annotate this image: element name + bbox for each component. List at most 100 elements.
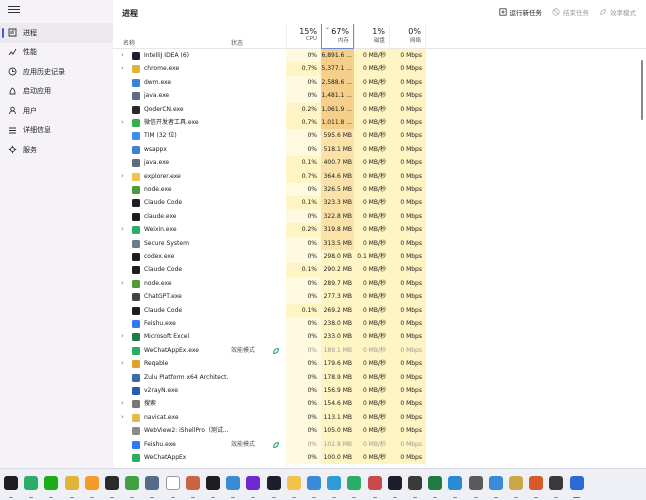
feishu-icon[interactable] — [307, 476, 321, 490]
expand-chevron-icon[interactable]: › — [121, 223, 129, 236]
column-memory[interactable]: ⌄ 67% 内存 — [321, 24, 354, 49]
process-row[interactable]: WebView2: iShellPro（测试... 0% 105.0 MB 0 MB/… — [113, 424, 639, 438]
sidebar-item-startup-apps[interactable]: 启动应用 — [0, 82, 113, 102]
process-status — [231, 116, 271, 129]
terminal-icon[interactable] — [4, 476, 18, 490]
process-row[interactable]: Claude Code 0.1% 323.3 MB 0 MB/秒 0 Mbps — [113, 196, 639, 210]
folder-icon[interactable] — [286, 476, 301, 490]
process-row[interactable]: QoderCN.exe 0.2% 1,061.9 ... 0 MB/秒 0 Mbps — [113, 102, 639, 116]
process-row[interactable]: › Weixin.exe 0.2% 319.8 MB 0 MB/秒 0 Mbps — [113, 223, 639, 237]
column-network[interactable]: 0% 网络 — [389, 24, 425, 49]
process-network: 0 Mbps — [389, 263, 425, 277]
claude-icon[interactable] — [185, 476, 200, 490]
process-icon — [132, 266, 140, 275]
wechat-dev-icon[interactable] — [44, 476, 59, 490]
hamburger-menu-icon[interactable] — [8, 6, 20, 16]
process-row[interactable]: TIM (32 位) 0% 595.6 MB 0 MB/秒 0 Mbps — [113, 129, 639, 143]
expand-chevron-icon[interactable]: › — [121, 357, 129, 370]
app-icon[interactable] — [145, 476, 160, 490]
app-icon-2[interactable] — [246, 476, 261, 490]
expand-chevron-icon[interactable]: › — [121, 170, 129, 183]
expand-chevron-icon[interactable]: › — [121, 62, 129, 75]
expand-chevron-icon[interactable]: › — [121, 330, 129, 343]
process-row[interactable]: Claude Code 0.1% 290.2 MB 0 MB/秒 0 Mbps — [113, 263, 639, 277]
running-indicator — [9, 496, 13, 498]
process-network: 0 Mbps — [389, 209, 425, 224]
process-row[interactable]: v2rayN.exe 0% 156.9 MB 0 MB/秒 0 Mbps — [113, 384, 639, 398]
console-icon[interactable] — [105, 476, 119, 490]
process-row[interactable]: › node.exe 0% 289.7 MB 0 MB/秒 0 Mbps — [113, 276, 639, 291]
cloud-icon[interactable] — [84, 476, 99, 490]
process-row[interactable]: › Reqable 0% 179.6 MB 0 MB/秒 0 Mbps — [113, 357, 639, 371]
app-icon-11[interactable] — [549, 476, 564, 490]
expand-chevron-icon[interactable]: › — [121, 49, 129, 62]
efficiency-mode-button[interactable]: 效率模式 — [599, 7, 636, 17]
chatgpt-icon[interactable] — [165, 476, 180, 490]
process-status — [231, 317, 271, 330]
intellij-icon-2[interactable] — [387, 476, 402, 490]
process-row[interactable]: WeChatAppEx.exe 效能模式 0% 189.1 MB 0 MB/秒 0 Mbp… — [113, 343, 639, 358]
process-row[interactable]: › IntelliJ IDEA (6) 0% 6,891.6 ... 0 MB/秒 0 M… — [113, 49, 639, 63]
process-row[interactable]: Zulu Platform x64 Architect... 0% 178.9 MB… — [113, 370, 639, 384]
sidebar-item-performance[interactable]: 性能 — [0, 43, 113, 63]
process-status — [231, 196, 271, 209]
app-icon-9[interactable] — [509, 476, 523, 490]
expand-chevron-icon[interactable]: › — [121, 116, 129, 129]
task-manager-icon[interactable] — [569, 476, 584, 490]
app-icon-10[interactable] — [529, 476, 544, 490]
wechat-app-icon[interactable] — [347, 476, 362, 490]
app-icon-4[interactable] — [367, 476, 382, 490]
process-row[interactable]: java.exe 0% 1,481.1 ... 0 MB/秒 0 Mbps — [113, 89, 639, 103]
process-row[interactable]: Feishu.exe 0% 238.0 MB 0 MB/秒 0 Mbps — [113, 317, 639, 331]
sidebar-item-users[interactable]: 用户 — [0, 101, 113, 121]
process-row[interactable]: dwm.exe 0% 2,588.6 ... 0 MB/秒 0 Mbps — [113, 75, 639, 90]
app-icon-6[interactable] — [448, 476, 463, 490]
process-status — [231, 183, 271, 196]
sidebar-item-processes[interactable]: 进程 — [0, 23, 113, 43]
intellij-icon[interactable] — [266, 476, 281, 490]
process-row[interactable]: ChatGPT.exe 0% 277.3 MB 0 MB/秒 0 Mbps — [113, 290, 639, 304]
hbuilder-icon[interactable] — [125, 476, 140, 490]
process-row[interactable]: Claude Code 0.1% 269.2 MB 0 MB/秒 0 Mbps — [113, 303, 639, 317]
process-row[interactable]: Feishu.exe 效能模式 0% 102.8 MB 0 MB/秒 0 Mbps — [113, 437, 639, 451]
process-row[interactable]: Secure System 0% 313.5 MB 0 MB/秒 0 Mbps — [113, 236, 639, 250]
process-cpu: 0% — [286, 330, 321, 344]
excel-icon[interactable] — [428, 476, 443, 490]
process-row[interactable]: node.exe 0% 326.5 MB 0 MB/秒 0 Mbps — [113, 183, 639, 197]
dev-icon[interactable] — [206, 476, 220, 490]
expand-chevron-icon[interactable]: › — [121, 277, 129, 290]
process-row[interactable]: › navicat.exe 0% 113.1 MB 0 MB/秒 0 Mbps — [113, 410, 639, 425]
process-row[interactable]: WeChatAppEx 0% 100.0 MB 0 MB/秒 0 Mbps — [113, 451, 639, 465]
sidebar-item-details[interactable]: 详细信息 — [0, 121, 113, 141]
app-icon-7[interactable] — [468, 476, 483, 490]
column-status[interactable]: 状态 — [231, 24, 281, 49]
chrome-icon[interactable] — [64, 476, 79, 490]
sidebar-item-app-history[interactable]: 应用历史记录 — [0, 62, 113, 82]
process-row[interactable]: wsappx 0% 518.1 MB 0 MB/秒 0 Mbps — [113, 142, 639, 157]
expand-chevron-icon[interactable]: › — [121, 411, 129, 424]
process-name: TIM (32 位) — [144, 132, 177, 140]
vertical-scrollbar[interactable] — [641, 60, 643, 120]
process-row[interactable]: java.exe 0.1% 400.7 MB 0 MB/秒 0 Mbps — [113, 156, 639, 170]
process-network: 0 Mbps — [389, 330, 425, 344]
app-icon-5[interactable] — [408, 476, 422, 490]
process-row[interactable]: › chrome.exe 0.7% 5,377.1 ... 0 MB/秒 0 Mbps — [113, 62, 639, 76]
run-new-task-button[interactable]: 运行新任务 — [498, 7, 542, 17]
column-cpu[interactable]: 15% CPU — [286, 24, 321, 49]
process-row[interactable]: › 微信开发者工具.exe 0.7% 1,011.8 ... 0 MB/秒 0 Mbps — [113, 116, 639, 130]
app-icon-8[interactable] — [488, 476, 503, 490]
process-row[interactable]: codex.exe 0% 298.0 MB 0.1 MB/秒 0 Mbps — [113, 250, 639, 264]
column-name[interactable]: 名称 — [123, 24, 223, 49]
process-row[interactable]: claude.exe 0% 322.8 MB 0 MB/秒 0 Mbps — [113, 209, 639, 224]
wechat-icon[interactable] — [24, 476, 39, 490]
column-disk[interactable]: 1% 磁盘 — [354, 24, 389, 49]
process-row[interactable]: › Microsoft Excel 0% 233.0 MB 0 MB/秒 0 Mbps — [113, 330, 639, 344]
process-row[interactable]: › 搜索 0% 154.6 MB 0 MB/秒 0 Mbps — [113, 397, 639, 411]
sidebar-item-services[interactable]: 服务 — [0, 140, 113, 160]
process-row[interactable]: › explorer.exe 0.7% 364.6 MB 0 MB/秒 0 Mbps — [113, 169, 639, 183]
end-task-button[interactable]: 结束任务 — [552, 7, 589, 17]
process-icon — [132, 65, 140, 74]
navicat-icon[interactable] — [226, 476, 241, 490]
expand-chevron-icon[interactable]: › — [121, 397, 129, 410]
app-icon-3[interactable] — [327, 476, 342, 490]
